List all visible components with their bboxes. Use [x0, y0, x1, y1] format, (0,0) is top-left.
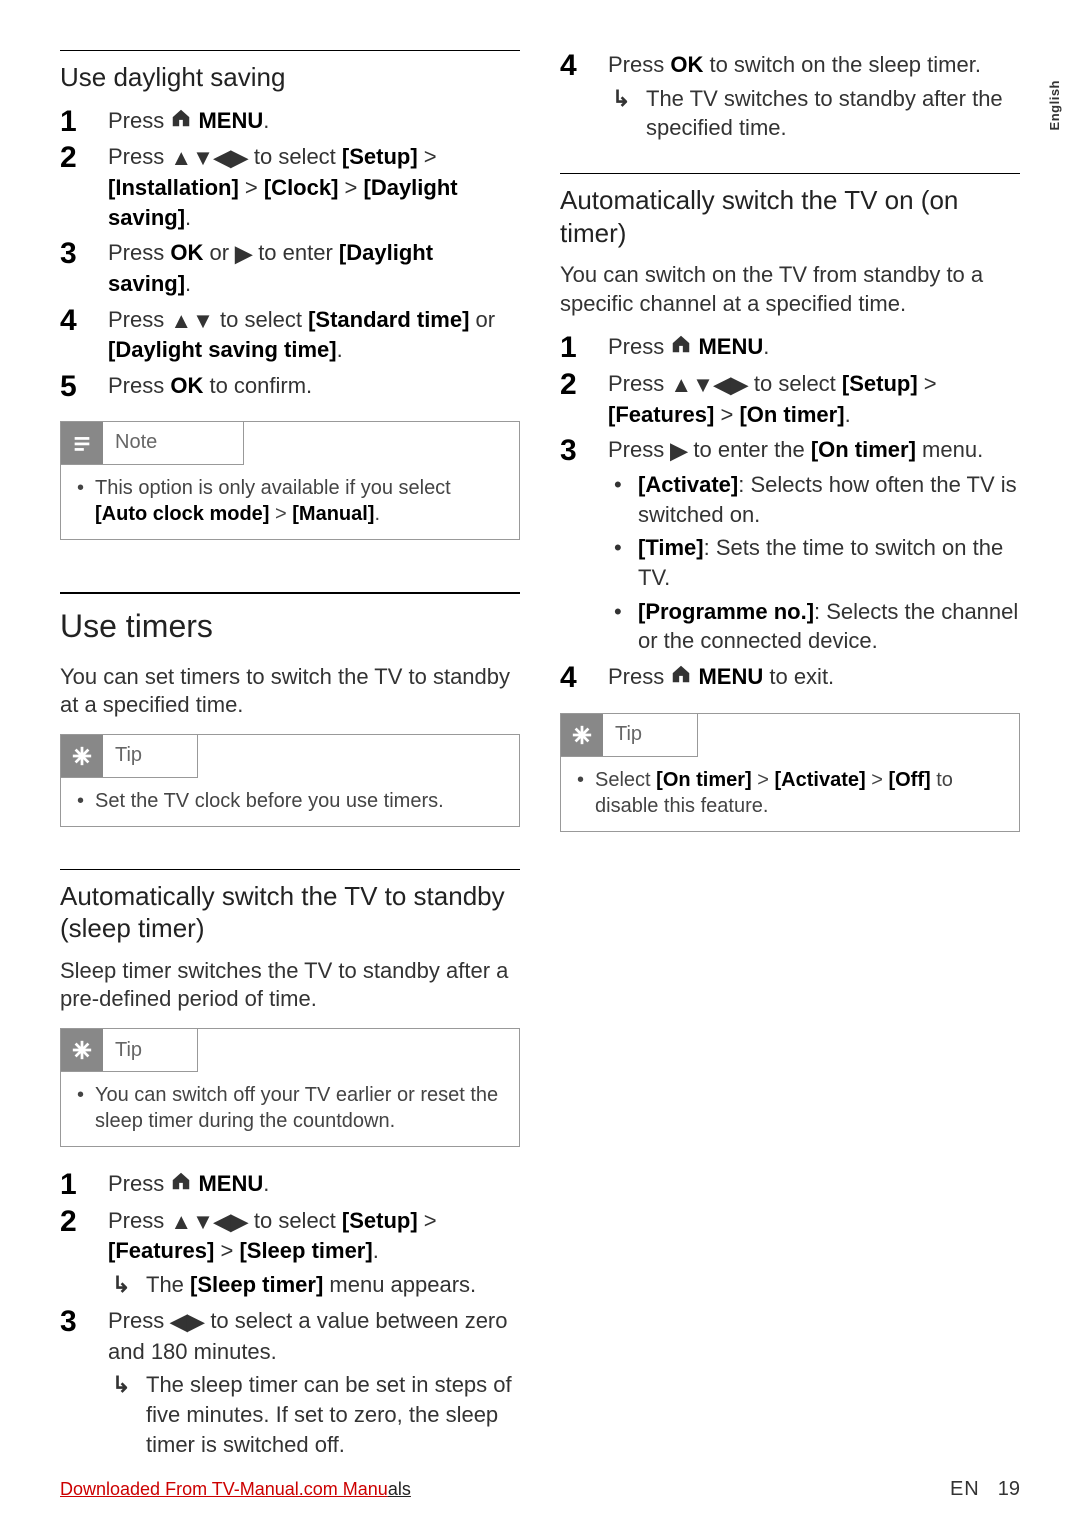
home-icon: [670, 663, 692, 693]
heading-timers: Use timers: [60, 608, 520, 645]
leftright-arrows-icon: ◀▶: [170, 1307, 204, 1337]
divider: [560, 173, 1020, 174]
bullet: [Activate]: Selects how often the TV is …: [608, 470, 1020, 529]
tip-box: Tip You can switch off your TV earlier o…: [60, 1028, 520, 1147]
right-arrow-icon: ▶: [235, 239, 252, 269]
result-arrow: The [Sleep timer] menu appears.: [108, 1270, 520, 1300]
tip-icon: [61, 1029, 103, 1071]
page-body: Use daylight saving Press MENU. Press ▲▼…: [0, 0, 1080, 1509]
step: Press MENU to exit.: [560, 662, 1020, 693]
paragraph: Sleep timer switches the TV to standby a…: [60, 957, 520, 1014]
step: Press ▲▼◀▶ to select [Setup] > [Features…: [560, 369, 1020, 429]
divider: [60, 592, 520, 594]
paragraph: You can set timers to switch the TV to s…: [60, 663, 520, 720]
nav-arrows-icon: ▲▼◀▶: [170, 143, 247, 173]
note-box: Note This option is only available if yo…: [60, 421, 520, 540]
steps-sleep-timer: Press MENU. Press ▲▼◀▶ to select [Setup]…: [60, 1169, 520, 1459]
home-icon: [170, 1170, 192, 1200]
step: Press MENU.: [560, 332, 1020, 363]
tip-icon: [561, 714, 603, 756]
tip-title: Tip: [603, 723, 654, 746]
steps-on-timer: Press MENU. Press ▲▼◀▶ to select [Setup]…: [560, 332, 1020, 693]
heading-on-timer: Automatically switch the TV on (on timer…: [560, 184, 1020, 249]
divider: [60, 869, 520, 870]
right-arrow-icon: ▶: [670, 436, 687, 466]
step: Press ▲▼◀▶ to select [Setup] > [Installa…: [60, 142, 520, 232]
tip-box: Tip Select [On timer] > [Activate] > [Of…: [560, 713, 1020, 832]
tip-box: Tip Set the TV clock before you use time…: [60, 734, 520, 827]
paragraph: You can switch on the TV from standby to…: [560, 261, 1020, 318]
home-icon: [170, 107, 192, 137]
bullet: [Programme no.]: Selects the channel or …: [608, 597, 1020, 656]
divider: [60, 50, 520, 51]
step: Press MENU.: [60, 1169, 520, 1200]
step: Press ▲▼ to select [Standard time] or [D…: [60, 305, 520, 365]
updown-arrows-icon: ▲▼: [170, 306, 214, 336]
steps-continued: Press OK to switch on the sleep timer. T…: [560, 50, 1020, 143]
step: Press OK to confirm.: [60, 371, 520, 401]
result-arrow: The sleep timer can be set in steps of f…: [108, 1370, 520, 1459]
step: Press ▲▼◀▶ to select [Setup] > [Features…: [60, 1206, 520, 1300]
step: Press OK to switch on the sleep timer. T…: [560, 50, 1020, 143]
language-tab: English: [1047, 80, 1062, 130]
left-column: Use daylight saving Press MENU. Press ▲▼…: [60, 50, 520, 1479]
note-title: Note: [103, 431, 169, 454]
heading-sleep-timer: Automatically switch the TV to standby (…: [60, 880, 520, 945]
tip-text: Set the TV clock before you use timers.: [75, 788, 505, 814]
heading-daylight: Use daylight saving: [60, 61, 520, 94]
step: Press OK or ▶ to enter [Daylight saving]…: [60, 238, 520, 298]
result-arrow: The TV switches to standby after the spe…: [608, 84, 1020, 143]
note-text: This option is only available if you sel…: [75, 475, 505, 527]
right-column: Press OK to switch on the sleep timer. T…: [560, 50, 1020, 1479]
note-icon: [61, 422, 103, 464]
footer-link[interactable]: Downloaded From TV-Manual.com Manuals: [60, 1479, 411, 1500]
step: Press ▶ to enter the [On timer] menu. [A…: [560, 435, 1020, 656]
home-icon: [670, 333, 692, 363]
nav-arrows-icon: ▲▼◀▶: [170, 1207, 247, 1237]
tip-text: You can switch off your TV earlier or re…: [75, 1082, 505, 1134]
page-number: EN19: [950, 1478, 1020, 1501]
bullet: [Time]: Sets the time to switch on the T…: [608, 533, 1020, 592]
page-footer: Downloaded From TV-Manual.com Manuals EN…: [60, 1478, 1020, 1501]
tip-text: Select [On timer] > [Activate] > [Off] t…: [575, 767, 1005, 819]
tip-title: Tip: [103, 744, 154, 767]
nav-arrows-icon: ▲▼◀▶: [670, 370, 747, 400]
tip-icon: [61, 735, 103, 777]
steps-daylight: Press MENU. Press ▲▼◀▶ to select [Setup]…: [60, 106, 520, 401]
step: Press MENU.: [60, 106, 520, 137]
tip-title: Tip: [103, 1039, 154, 1062]
step: Press ◀▶ to select a value between zero …: [60, 1306, 520, 1459]
